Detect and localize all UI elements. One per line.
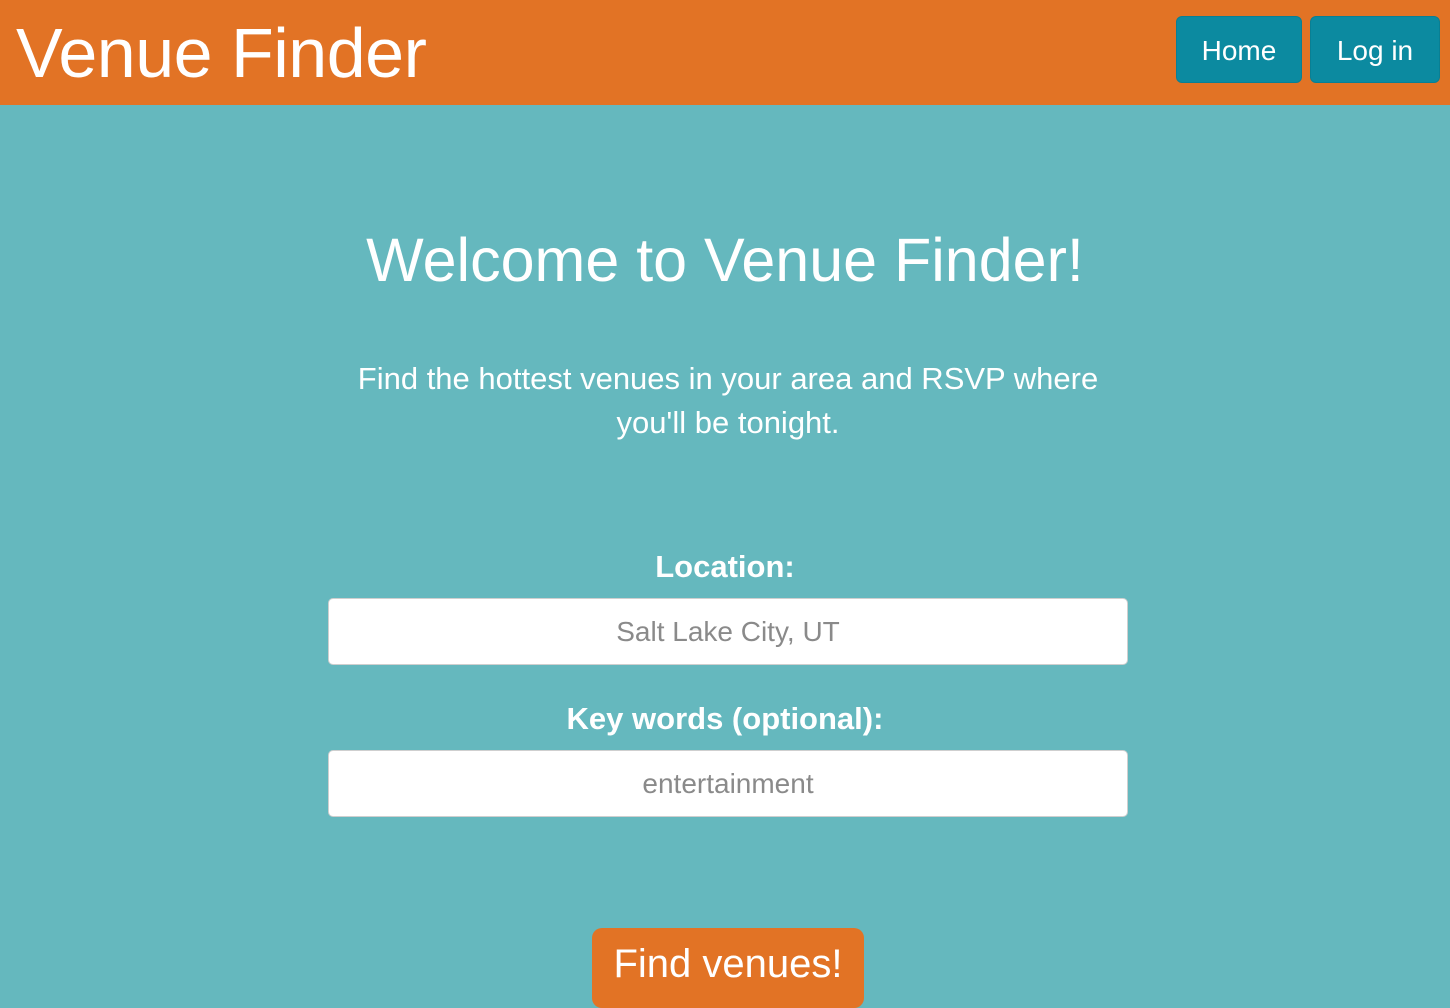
- keywords-input[interactable]: [328, 750, 1128, 817]
- welcome-heading: Welcome to Venue Finder!: [366, 226, 1084, 294]
- home-button[interactable]: Home: [1176, 16, 1302, 83]
- login-button[interactable]: Log in: [1310, 16, 1440, 83]
- brand-title[interactable]: Venue Finder: [16, 13, 427, 93]
- top-navbar: Venue Finder Home Log in: [0, 0, 1450, 105]
- find-venues-button[interactable]: Find venues!: [592, 928, 864, 1008]
- location-label: Location:: [655, 549, 795, 584]
- tagline-text: Find the hottest venues in your area and…: [357, 361, 1099, 440]
- location-input[interactable]: [328, 598, 1128, 665]
- keywords-label: Key words (optional):: [566, 701, 884, 736]
